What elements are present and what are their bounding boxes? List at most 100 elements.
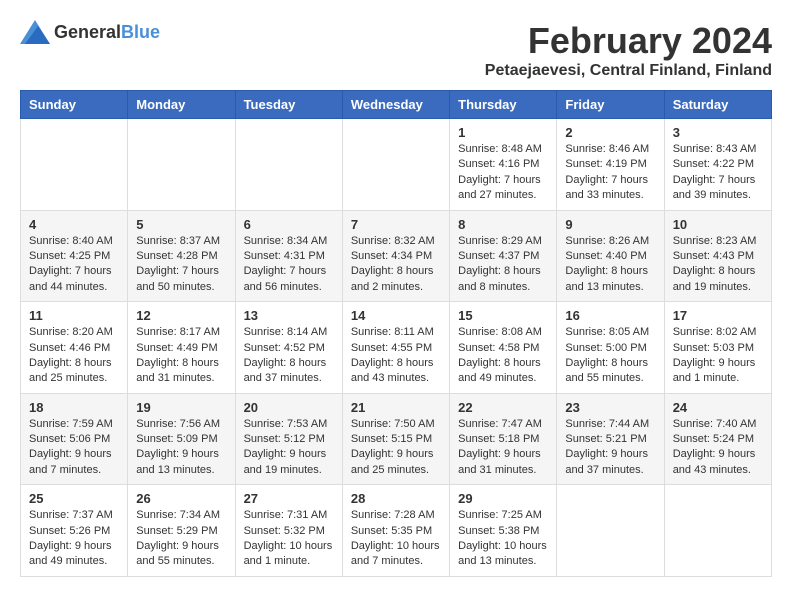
calendar-cell [235, 119, 342, 211]
calendar-cell: 29 Sunrise: 7:25 AMSunset: 5:38 PMDayligh… [450, 485, 557, 577]
day-number: 2 [565, 125, 655, 140]
calendar-cell: 26 Sunrise: 7:34 AMSunset: 5:29 PMDayligh… [128, 485, 235, 577]
day-number: 5 [136, 217, 226, 232]
calendar-cell: 16Sunrise: 8:05 AMSunset: 5:00 PMDayligh… [557, 302, 664, 394]
cell-content: Sunrise: 7:37 AMSunset: 5:26 PMDaylight:… [29, 508, 119, 570]
cell-content: Sunrise: 8:20 AMSunset: 4:46 PMDaylight:… [29, 325, 119, 387]
cell-content: Sunrise: 8:17 AMSunset: 4:49 PMDaylight:… [136, 325, 226, 387]
day-number: 1 [458, 125, 548, 140]
calendar-table: SundayMondayTuesdayWednesdayThursdayFrid… [20, 90, 772, 577]
calendar-body: 1 Sunrise: 8:48 AMSunset: 4:16 PMDaylight… [21, 119, 772, 577]
cell-content: Sunrise: 7:25 AMSunset: 5:38 PMDaylight:… [458, 508, 548, 570]
calendar-cell: 19 Sunrise: 7:56 AMSunset: 5:09 PMDayligh… [128, 393, 235, 485]
week-row-5: 25 Sunrise: 7:37 AMSunset: 5:26 PMDayligh… [21, 485, 772, 577]
day-number: 26 [136, 491, 226, 506]
cell-content: Sunrise: 7:53 AMSunset: 5:12 PMDaylight:… [244, 417, 334, 479]
main-title: February 2024 [485, 20, 772, 62]
calendar-cell: 21Sunrise: 7:50 AMSunset: 5:15 PMDayligh… [342, 393, 449, 485]
day-number: 28 [351, 491, 441, 506]
calendar-cell: 9 Sunrise: 8:26 AMSunset: 4:40 PMDaylight… [557, 210, 664, 302]
header-day-saturday: Saturday [664, 91, 771, 119]
calendar-header: SundayMondayTuesdayWednesdayThursdayFrid… [21, 91, 772, 119]
calendar-cell: 13 Sunrise: 8:14 AMSunset: 4:52 PMDayligh… [235, 302, 342, 394]
calendar-cell: 4 Sunrise: 8:40 AMSunset: 4:25 PMDaylight… [21, 210, 128, 302]
header-row: SundayMondayTuesdayWednesdayThursdayFrid… [21, 91, 772, 119]
calendar-cell: 17 Sunrise: 8:02 AMSunset: 5:03 PMDayligh… [664, 302, 771, 394]
day-number: 16 [565, 308, 655, 323]
cell-content: Sunrise: 7:44 AMSunset: 5:21 PMDaylight:… [565, 417, 655, 479]
cell-content: Sunrise: 8:14 AMSunset: 4:52 PMDaylight:… [244, 325, 334, 387]
day-number: 4 [29, 217, 119, 232]
day-number: 20 [244, 400, 334, 415]
day-number: 29 [458, 491, 548, 506]
calendar-cell: 27 Sunrise: 7:31 AMSunset: 5:32 PMDayligh… [235, 485, 342, 577]
header-day-monday: Monday [128, 91, 235, 119]
cell-content: Sunrise: 8:43 AMSunset: 4:22 PMDaylight:… [673, 142, 763, 204]
day-number: 6 [244, 217, 334, 232]
day-number: 9 [565, 217, 655, 232]
cell-content: Sunrise: 8:08 AMSunset: 4:58 PMDaylight:… [458, 325, 548, 387]
cell-content: Sunrise: 7:28 AMSunset: 5:35 PMDaylight:… [351, 508, 441, 570]
cell-content: Sunrise: 8:29 AMSunset: 4:37 PMDaylight:… [458, 234, 548, 296]
cell-content: Sunrise: 8:37 AMSunset: 4:28 PMDaylight:… [136, 234, 226, 296]
week-row-1: 1 Sunrise: 8:48 AMSunset: 4:16 PMDaylight… [21, 119, 772, 211]
cell-content: Sunrise: 7:59 AMSunset: 5:06 PMDaylight:… [29, 417, 119, 479]
cell-content: Sunrise: 8:26 AMSunset: 4:40 PMDaylight:… [565, 234, 655, 296]
calendar-cell: 8 Sunrise: 8:29 AMSunset: 4:37 PMDaylight… [450, 210, 557, 302]
calendar-cell: 6 Sunrise: 8:34 AMSunset: 4:31 PMDaylight… [235, 210, 342, 302]
week-row-4: 18 Sunrise: 7:59 AMSunset: 5:06 PMDayligh… [21, 393, 772, 485]
cell-content: Sunrise: 7:56 AMSunset: 5:09 PMDaylight:… [136, 417, 226, 479]
calendar-cell: 11 Sunrise: 8:20 AMSunset: 4:46 PMDayligh… [21, 302, 128, 394]
header-day-tuesday: Tuesday [235, 91, 342, 119]
cell-content: Sunrise: 7:31 AMSunset: 5:32 PMDaylight:… [244, 508, 334, 570]
day-number: 13 [244, 308, 334, 323]
week-row-3: 11 Sunrise: 8:20 AMSunset: 4:46 PMDayligh… [21, 302, 772, 394]
day-number: 27 [244, 491, 334, 506]
header-day-thursday: Thursday [450, 91, 557, 119]
calendar-cell: 23 Sunrise: 7:44 AMSunset: 5:21 PMDayligh… [557, 393, 664, 485]
calendar-cell: 7Sunrise: 8:32 AMSunset: 4:34 PMDaylight… [342, 210, 449, 302]
day-number: 3 [673, 125, 763, 140]
calendar-cell: 3 Sunrise: 8:43 AMSunset: 4:22 PMDaylight… [664, 119, 771, 211]
cell-content: Sunrise: 7:40 AMSunset: 5:24 PMDaylight:… [673, 417, 763, 479]
calendar-cell: 1 Sunrise: 8:48 AMSunset: 4:16 PMDaylight… [450, 119, 557, 211]
day-number: 24 [673, 400, 763, 415]
header-day-friday: Friday [557, 91, 664, 119]
calendar-cell: 2Sunrise: 8:46 AMSunset: 4:19 PMDaylight… [557, 119, 664, 211]
cell-content: Sunrise: 8:34 AMSunset: 4:31 PMDaylight:… [244, 234, 334, 296]
day-number: 14 [351, 308, 441, 323]
cell-content: Sunrise: 8:48 AMSunset: 4:16 PMDaylight:… [458, 142, 548, 204]
logo-icon [20, 20, 50, 44]
header-day-sunday: Sunday [21, 91, 128, 119]
calendar-cell: 14Sunrise: 8:11 AMSunset: 4:55 PMDayligh… [342, 302, 449, 394]
cell-content: Sunrise: 8:40 AMSunset: 4:25 PMDaylight:… [29, 234, 119, 296]
calendar-cell: 18 Sunrise: 7:59 AMSunset: 5:06 PMDayligh… [21, 393, 128, 485]
day-number: 11 [29, 308, 119, 323]
calendar-cell [557, 485, 664, 577]
calendar-cell: 28 Sunrise: 7:28 AMSunset: 5:35 PMDayligh… [342, 485, 449, 577]
day-number: 15 [458, 308, 548, 323]
day-number: 17 [673, 308, 763, 323]
logo-text: GeneralBlue [54, 22, 160, 43]
cell-content: Sunrise: 7:34 AMSunset: 5:29 PMDaylight:… [136, 508, 226, 570]
calendar-cell: 22Sunrise: 7:47 AMSunset: 5:18 PMDayligh… [450, 393, 557, 485]
cell-content: Sunrise: 7:47 AMSunset: 5:18 PMDaylight:… [458, 417, 548, 479]
calendar-cell: 12 Sunrise: 8:17 AMSunset: 4:49 PMDayligh… [128, 302, 235, 394]
day-number: 23 [565, 400, 655, 415]
day-number: 18 [29, 400, 119, 415]
calendar-cell [21, 119, 128, 211]
cell-content: Sunrise: 8:02 AMSunset: 5:03 PMDaylight:… [673, 325, 763, 387]
calendar-cell [128, 119, 235, 211]
day-number: 19 [136, 400, 226, 415]
calendar-cell: 24 Sunrise: 7:40 AMSunset: 5:24 PMDayligh… [664, 393, 771, 485]
day-number: 8 [458, 217, 548, 232]
day-number: 10 [673, 217, 763, 232]
day-number: 25 [29, 491, 119, 506]
week-row-2: 4 Sunrise: 8:40 AMSunset: 4:25 PMDaylight… [21, 210, 772, 302]
calendar-cell: 10 Sunrise: 8:23 AMSunset: 4:43 PMDayligh… [664, 210, 771, 302]
calendar-cell: 5 Sunrise: 8:37 AMSunset: 4:28 PMDaylight… [128, 210, 235, 302]
day-number: 21 [351, 400, 441, 415]
day-number: 12 [136, 308, 226, 323]
logo: GeneralBlue [20, 20, 160, 44]
cell-content: Sunrise: 8:23 AMSunset: 4:43 PMDaylight:… [673, 234, 763, 296]
